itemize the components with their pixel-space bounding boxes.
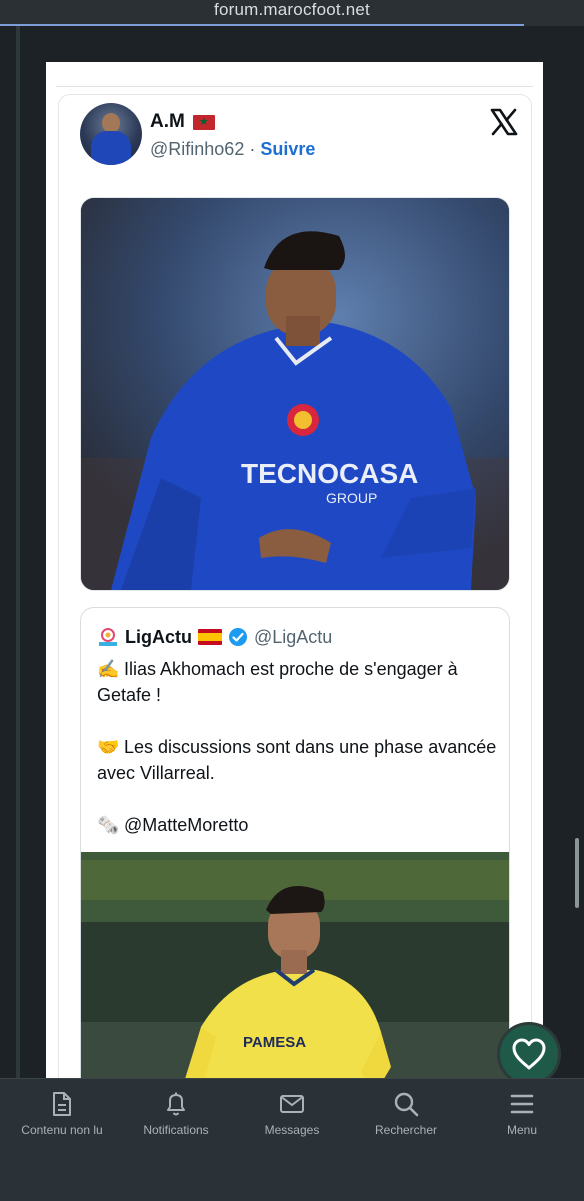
post-content: A.M @Rifinho62 · Suivre — [46, 62, 543, 1078]
left-divider — [16, 26, 20, 1080]
document-icon — [53, 1092, 71, 1116]
page-load-progress — [0, 24, 524, 26]
nav-label-search: Rechercher — [374, 1123, 438, 1137]
quoted-header: LigActu @LigActu — [97, 626, 332, 648]
quoted-photo[interactable]: PAMESA — [81, 852, 509, 1078]
quoted-author-name[interactable]: LigActu — [125, 627, 192, 648]
author-handle-row: @Rifinho62 · Suivre — [150, 139, 315, 160]
morocco-flag-icon — [192, 114, 215, 130]
verified-badge-icon — [229, 628, 247, 646]
x-logo-icon[interactable] — [489, 107, 519, 137]
nav-item-search[interactable]: Rechercher — [348, 1091, 464, 1137]
spain-flag-icon — [198, 629, 222, 645]
handshake-icon: 🤝 — [97, 737, 120, 757]
nav-label-messages: Messages — [264, 1123, 320, 1137]
follow-button[interactable]: Suivre — [260, 139, 315, 159]
separator-dot: · — [249, 139, 256, 159]
nav-label-unread: Contenu non lu — [21, 1123, 103, 1137]
quoted-tweet[interactable]: LigActu @LigActu ✍️ Ilias Akhomach est p… — [80, 607, 510, 1078]
svg-text:PAMESA: PAMESA — [243, 1034, 306, 1051]
player-photo-illustration: TECNOCASA GROUP — [81, 198, 509, 590]
embedded-tweet[interactable]: A.M @Rifinho62 · Suivre — [58, 94, 532, 1078]
quoted-tweet-text: ✍️ Ilias Akhomach est proche de s'engage… — [97, 656, 497, 864]
search-icon — [394, 1092, 419, 1117]
newspaper-icon: 🗞️ — [97, 815, 120, 835]
avatar[interactable] — [80, 103, 142, 165]
favorite-button[interactable] — [497, 1022, 561, 1086]
ligactu-logo-icon — [99, 628, 117, 646]
svg-text:GROUP: GROUP — [326, 490, 377, 506]
author-name-row: A.M — [150, 111, 215, 133]
nav-item-messages[interactable]: Messages — [234, 1091, 350, 1137]
avatar-shirt — [91, 131, 131, 165]
writing-hand-icon: ✍️ — [97, 659, 120, 679]
tweet-photo[interactable]: TECNOCASA GROUP — [80, 197, 510, 591]
browser-address-bar[interactable]: forum.marocfoot.net — [0, 0, 584, 26]
nav-item-menu[interactable]: Menu — [464, 1091, 580, 1137]
quoted-line-3: 🗞️ @MatteMoretto — [97, 812, 497, 838]
quoted-author-handle[interactable]: @LigActu — [254, 627, 332, 648]
nav-label-menu: Menu — [506, 1123, 538, 1137]
envelope-icon — [280, 1095, 304, 1113]
svg-text:TECNOCASA: TECNOCASA — [241, 458, 418, 489]
bell-icon — [167, 1092, 185, 1116]
quoted-line-2-text: Les discussions sont dans une phase avan… — [97, 737, 497, 783]
author-name[interactable]: A.M — [150, 111, 185, 133]
bottom-navigation: Contenu non lu Notifications Messages Re… — [0, 1078, 584, 1201]
quoted-line-1-text: Ilias Akhomach est proche de s'engager à… — [97, 659, 458, 705]
nav-label-notifications: Notifications — [143, 1123, 209, 1137]
heart-icon — [512, 1038, 546, 1070]
nav-item-notifications[interactable]: Notifications — [118, 1091, 234, 1137]
hamburger-icon — [510, 1094, 534, 1114]
quoted-line-2: 🤝 Les discussions sont dans une phase av… — [97, 734, 497, 786]
url-text: forum.marocfoot.net — [214, 0, 370, 19]
quoted-line-1: ✍️ Ilias Akhomach est proche de s'engage… — [97, 656, 497, 708]
avatar-head — [102, 113, 120, 133]
player-photo-illustration-2: PAMESA — [81, 852, 509, 1078]
nav-item-unread[interactable]: Contenu non lu — [4, 1091, 120, 1137]
mention-link[interactable]: @MatteMoretto — [124, 815, 248, 835]
separator-line — [56, 86, 533, 87]
scrollbar[interactable] — [575, 838, 579, 908]
author-handle[interactable]: @Rifinho62 — [150, 139, 244, 159]
